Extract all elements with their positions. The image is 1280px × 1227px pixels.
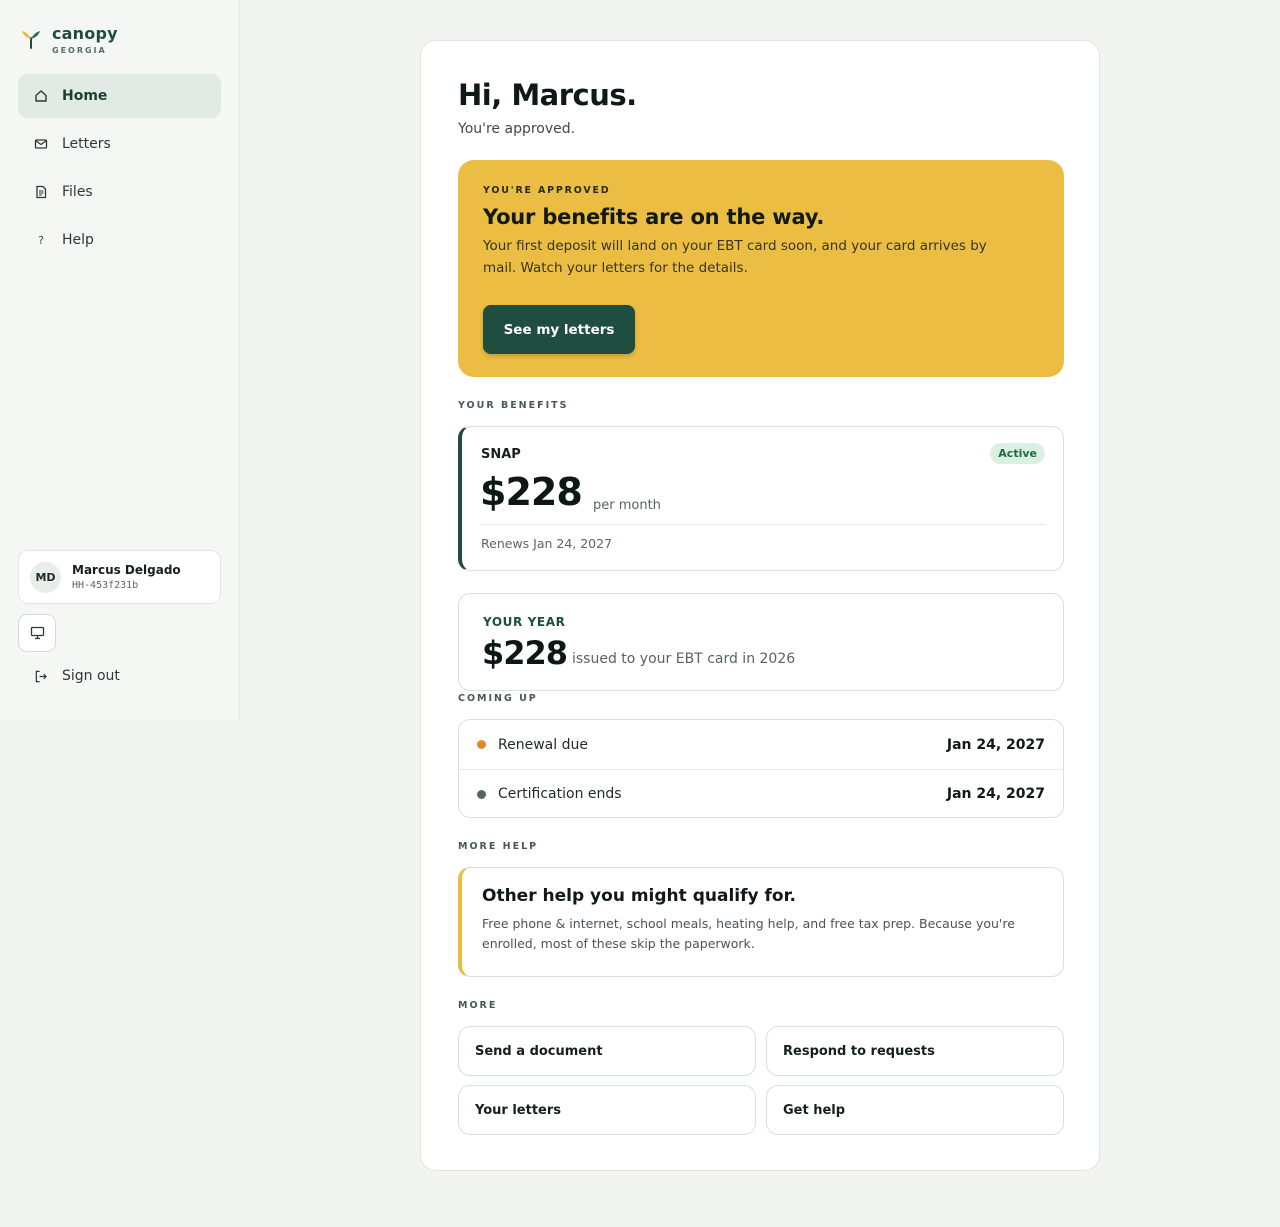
sidebar-item-home[interactable]: Home [18, 74, 221, 118]
home-card: Hi, Marcus. You're approved. YOU'RE APPR… [420, 40, 1100, 1171]
banner-body: Your first deposit will land on your EBT… [483, 238, 987, 276]
mail-icon [34, 137, 48, 151]
user-card[interactable]: MD Marcus Delgado HH-453f231b [18, 550, 221, 604]
brand-name: canopy [52, 24, 118, 43]
brand-region: GEORGIA [52, 46, 107, 55]
avatar: MD [30, 561, 61, 593]
divider [481, 524, 1045, 525]
upcoming-list: Renewal due Jan 24, 2027 Certification e… [458, 719, 1064, 818]
respond-to-requests-button[interactable]: Respond to requests [766, 1026, 1064, 1076]
user-id: HH-453f231b [72, 580, 139, 591]
year-amount: $228 [482, 634, 568, 672]
other-help-card[interactable]: Other help you might qualify for. Free p… [458, 867, 1064, 977]
snap-benefit-card[interactable]: SNAP Active $228 per month Renews Jan 24… [458, 426, 1064, 571]
upcoming-label: Renewal due [498, 736, 588, 753]
page-subtitle: You're approved. [458, 121, 576, 137]
sidebar-item-label: Files [62, 184, 93, 200]
section-label-coming-up: COMING UP [458, 693, 538, 704]
section-label-more-help: MORE HELP [458, 841, 539, 852]
list-item: Renewal due Jan 24, 2027 [459, 720, 1063, 769]
user-name: Marcus Delgado [72, 563, 181, 577]
see-my-letters-button[interactable]: See my letters [483, 305, 635, 354]
section-label-more: MORE [458, 1000, 498, 1011]
file-icon [34, 185, 48, 199]
sidebar-item-label: Home [62, 88, 108, 104]
benefit-period: per month [593, 498, 661, 513]
monitor-icon [30, 626, 44, 640]
send-document-button[interactable]: Send a document [458, 1026, 756, 1076]
sign-out-label: Sign out [62, 668, 120, 684]
get-help-button[interactable]: Get help [766, 1085, 1064, 1135]
status-dot [477, 740, 486, 749]
status-dot [477, 789, 486, 799]
upcoming-date: Jan 24, 2027 [946, 786, 1045, 802]
sidebar: canopy GEORGIA Home Letters Files ? Help [0, 0, 240, 720]
banner-title: Your benefits are on the way. [483, 205, 825, 229]
help-title: Other help you might qualify for. [482, 886, 796, 906]
brand-logo[interactable]: canopy GEORGIA [20, 26, 118, 55]
year-description: issued to your EBT card in 2026 [572, 651, 796, 667]
upcoming-label: Certification ends [498, 786, 622, 802]
sidebar-item-letters[interactable]: Letters [18, 122, 221, 166]
sign-out-button[interactable]: Sign out [34, 668, 120, 684]
approval-banner: YOU'RE APPROVED Your benefits are on the… [458, 160, 1064, 377]
your-letters-button[interactable]: Your letters [458, 1085, 756, 1135]
help-body: Free phone & internet, school meals, hea… [482, 916, 1015, 951]
list-item: Certification ends Jan 24, 2027 [459, 769, 1063, 817]
sidebar-item-label: Help [62, 232, 94, 248]
sign-out-icon [34, 669, 48, 683]
home-icon [34, 89, 48, 103]
year-label: YOUR YEAR [483, 615, 566, 629]
sidebar-item-label: Letters [62, 136, 111, 152]
question-icon: ? [38, 233, 44, 247]
sidebar-item-help[interactable]: ? Help [18, 218, 221, 262]
upcoming-date: Jan 24, 2027 [946, 736, 1045, 753]
benefit-amount: $228 [480, 470, 583, 514]
benefit-renewal: Renews Jan 24, 2027 [481, 536, 613, 551]
banner-eyebrow: YOU'RE APPROVED [483, 185, 611, 196]
sidebar-item-files[interactable]: Files [18, 170, 221, 214]
status-badge: Active [990, 443, 1045, 464]
benefit-name: SNAP [481, 447, 521, 462]
year-summary-card: YOUR YEAR $228 issued to your EBT card i… [458, 593, 1064, 691]
page-title: Hi, Marcus. [458, 78, 637, 112]
sidebar-nav: Home Letters Files ? Help [18, 74, 221, 266]
leaf-logo-icon [22, 31, 40, 49]
section-label-benefits: YOUR BENEFITS [458, 400, 569, 411]
display-mode-button[interactable] [18, 614, 56, 652]
